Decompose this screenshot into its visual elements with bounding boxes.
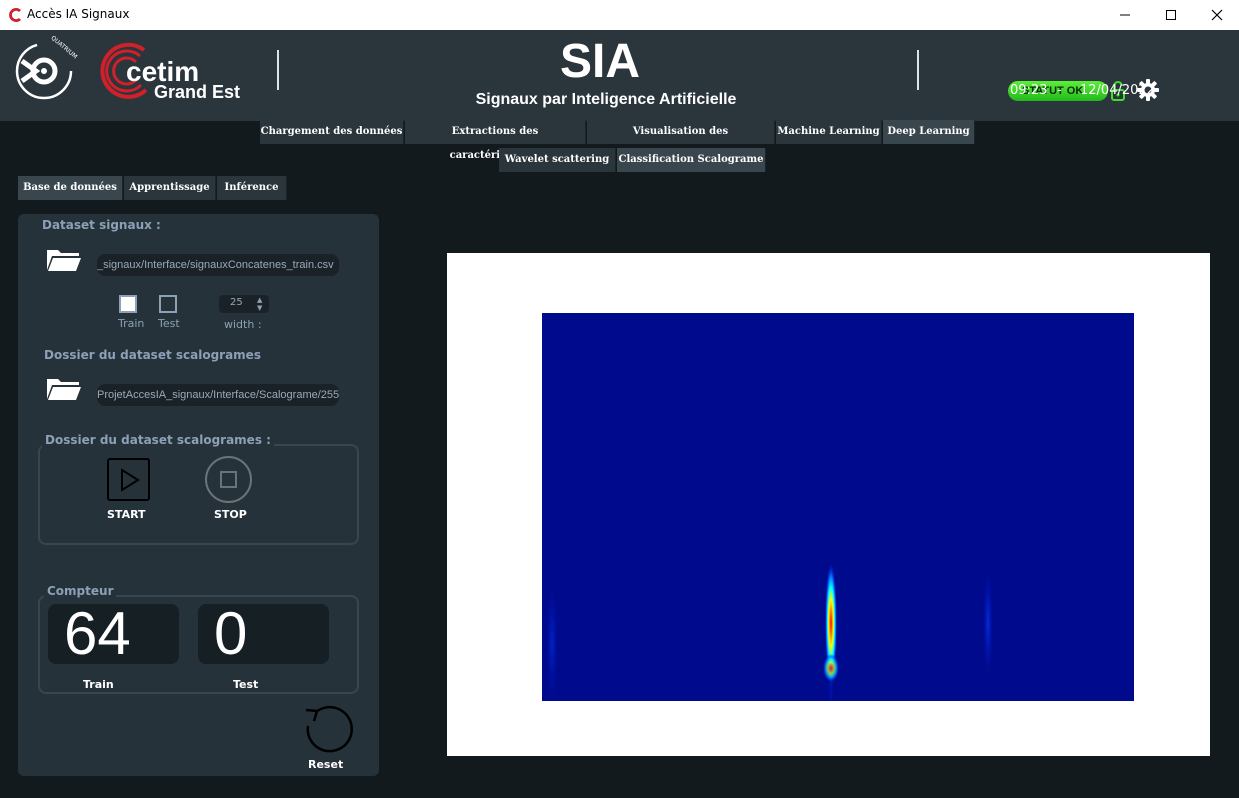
start-button[interactable] bbox=[107, 458, 150, 501]
counter-label: Compteur bbox=[44, 584, 117, 598]
train-counter: 64 bbox=[48, 604, 179, 664]
train-checkbox[interactable] bbox=[119, 295, 137, 313]
stop-button[interactable] bbox=[205, 456, 252, 503]
clock-time: 09:23 bbox=[1010, 83, 1048, 98]
train-counter-caption: Train bbox=[83, 678, 114, 691]
header-divider bbox=[277, 50, 279, 90]
window-titlebar: Accès IA Signaux bbox=[0, 0, 1239, 30]
width-value: 25 bbox=[230, 297, 243, 308]
maximize-icon bbox=[1166, 10, 1176, 20]
tab-visualisation[interactable]: Visualisation des caractéristiques bbox=[587, 120, 775, 161]
cetim-app-icon bbox=[9, 8, 21, 22]
test-checkbox[interactable] bbox=[159, 295, 177, 313]
scalogram-image bbox=[542, 313, 1134, 701]
header-divider bbox=[917, 50, 919, 90]
tab-classification-scalograme[interactable]: Classification Scalograme bbox=[617, 148, 766, 172]
reset-icon[interactable] bbox=[302, 704, 354, 756]
tab-deep-learning[interactable]: Deep Learning bbox=[883, 120, 975, 144]
maximize-button[interactable] bbox=[1148, 0, 1194, 30]
clock-date: 12/04/2022 bbox=[1080, 83, 1155, 98]
spin-up-icon[interactable]: ▲ bbox=[257, 296, 262, 304]
tab-wavelet-scattering[interactable]: Wavelet scattering bbox=[499, 148, 616, 172]
scalogram-path-field[interactable]: ProjetAccesIA_signaux/Interface/Scalogra… bbox=[97, 384, 339, 406]
app-title: SIA bbox=[559, 35, 640, 88]
scalogram-group-label: Dossier du dataset scalogrames : bbox=[42, 433, 274, 447]
tab-chargement[interactable]: Chargement des données bbox=[260, 120, 404, 144]
cetim-logo-subtext: Grand Est bbox=[154, 82, 241, 102]
width-spinbox[interactable]: 25 ▲ ▼ bbox=[219, 295, 269, 313]
tab-machine-learning[interactable]: Machine Learning bbox=[776, 120, 882, 144]
reset-label: Reset bbox=[308, 758, 344, 771]
train-checkbox-label: Train bbox=[118, 317, 145, 330]
test-checkbox-label: Test bbox=[158, 317, 180, 330]
play-icon bbox=[121, 468, 140, 492]
start-label: START bbox=[107, 508, 146, 521]
dataset-signaux-label: Dataset signaux : bbox=[42, 218, 161, 232]
scalogram-view bbox=[447, 253, 1210, 756]
close-button[interactable] bbox=[1194, 0, 1239, 30]
scalogram-folder-label: Dossier du dataset scalogrames bbox=[44, 348, 261, 362]
window-title: Accès IA Signaux bbox=[27, 7, 130, 21]
width-label: width : bbox=[224, 318, 262, 331]
tab-apprentissage[interactable]: Apprentissage bbox=[124, 176, 216, 200]
tab-extractions[interactable]: Extractions des caractéristiques bbox=[405, 120, 586, 161]
test-counter: 0 bbox=[198, 604, 329, 664]
time-separator: - bbox=[1057, 83, 1062, 98]
minimize-icon bbox=[1120, 14, 1130, 16]
folder-open-icon[interactable] bbox=[46, 377, 82, 401]
tab-base-de-donnees[interactable]: Base de données bbox=[18, 176, 123, 200]
close-icon bbox=[1211, 9, 1223, 21]
app-subtitle: Signaux par Inteligence Artificielle bbox=[475, 91, 737, 108]
dataset-path-field[interactable]: _signaux/Interface/signauxConcatenes_tra… bbox=[97, 254, 339, 276]
tab-inference[interactable]: Inférence bbox=[217, 176, 287, 200]
spin-down-icon[interactable]: ▼ bbox=[257, 304, 262, 312]
stop-label: STOP bbox=[214, 508, 247, 521]
scalogram-generation-group bbox=[38, 444, 359, 545]
stop-icon bbox=[220, 471, 237, 488]
folder-open-icon[interactable] bbox=[46, 248, 82, 272]
test-counter-caption: Test bbox=[233, 678, 259, 691]
minimize-button[interactable] bbox=[1102, 0, 1148, 30]
